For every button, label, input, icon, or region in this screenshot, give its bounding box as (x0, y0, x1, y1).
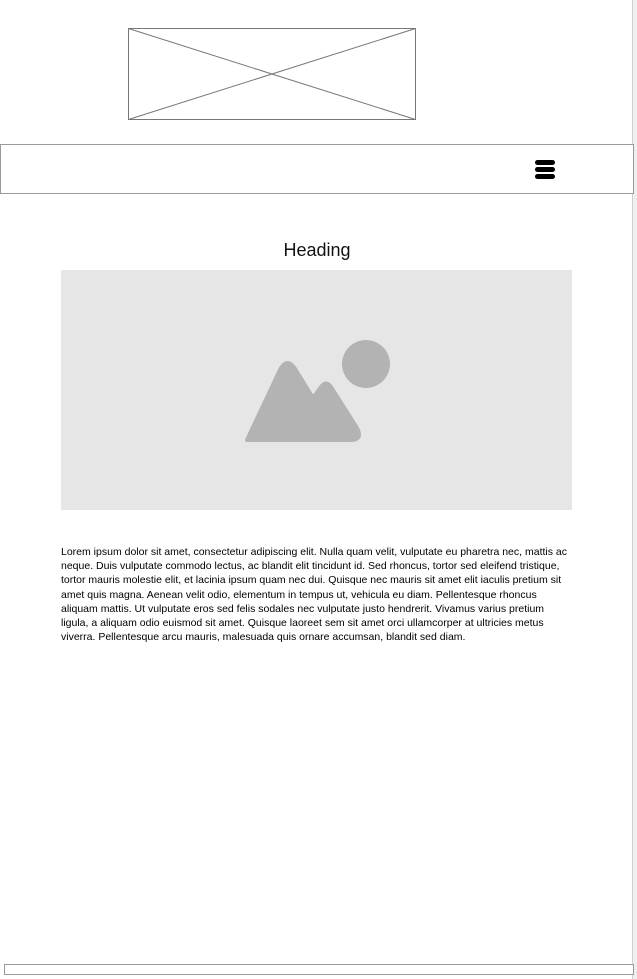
hero-image-placeholder (61, 270, 572, 510)
logo-placeholder[interactable] (128, 28, 416, 120)
page-heading: Heading (283, 240, 351, 260)
body-paragraph: Lorem ipsum dolor sit amet, consectetur … (61, 546, 567, 644)
navbar (0, 144, 634, 194)
image-placeholder-icon (245, 340, 390, 442)
hamburger-menu-icon[interactable] (534, 158, 556, 180)
image-placeholder-x-icon (128, 28, 416, 120)
footer-bar (4, 964, 634, 975)
